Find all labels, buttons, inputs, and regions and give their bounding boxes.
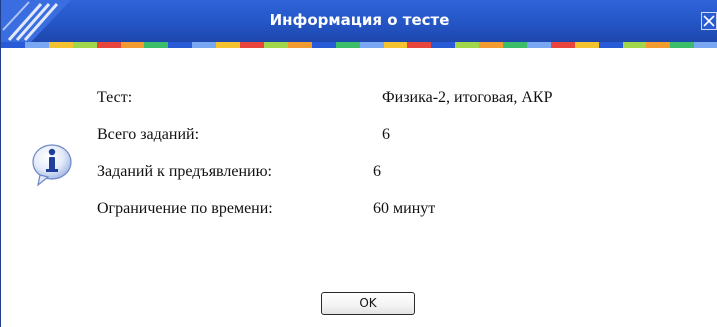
field-label-total-tasks: Всего заданий: — [97, 126, 200, 143]
field-label-test: Тест: — [97, 89, 133, 106]
info-icon — [32, 144, 72, 187]
title-stripe — [1, 42, 717, 48]
stripe-segment — [72, 42, 97, 48]
stripe-segment — [287, 42, 312, 48]
close-button[interactable] — [701, 12, 717, 30]
stripe-segment — [526, 42, 551, 48]
stripe-segment — [359, 42, 384, 48]
stripe-segment — [670, 42, 695, 48]
stripe-segment — [96, 42, 121, 48]
stripe-segment — [48, 42, 73, 48]
stripe-segment — [407, 42, 432, 48]
stripe-segment — [550, 42, 575, 48]
ok-button[interactable]: OK — [321, 292, 415, 315]
close-icon — [703, 15, 715, 27]
dialog-title: Информация о тесте — [269, 11, 450, 29]
test-info-dialog: Информация о тесте Тест: Физика-2, итого… — [0, 0, 717, 327]
field-value-total-tasks: 6 — [382, 126, 390, 143]
stripe-segment — [646, 42, 671, 48]
stripe-segment — [1, 42, 25, 48]
field-value-time-limit: 60 минут — [373, 200, 436, 217]
field-label-time-limit: Ограничение по времени: — [97, 200, 273, 217]
stripe-segment — [311, 42, 336, 48]
stripe-segment — [144, 42, 169, 48]
stripe-segment — [120, 42, 145, 48]
stripe-segment — [335, 42, 360, 48]
field-value-tasks-presented: 6 — [373, 163, 381, 180]
field-value-test: Физика-2, итоговая, АКР — [382, 89, 553, 106]
stripe-segment — [168, 42, 193, 48]
stripe-segment — [24, 42, 49, 48]
stripe-segment — [622, 42, 647, 48]
stripe-segment — [192, 42, 217, 48]
stripe-segment — [240, 42, 264, 48]
stripe-segment — [455, 42, 480, 48]
stripe-segment — [598, 42, 623, 48]
stripe-segment — [574, 42, 599, 48]
stripe-segment — [263, 42, 288, 48]
field-label-tasks-presented: Заданий к предъявлению: — [97, 163, 272, 180]
stripe-segment — [694, 42, 717, 48]
title-bar[interactable]: Информация о тесте — [1, 0, 717, 42]
stripe-segment — [503, 42, 527, 48]
stripe-segment — [431, 42, 456, 48]
stripe-segment — [479, 42, 504, 48]
stripe-segment — [383, 42, 408, 48]
stripe-segment — [216, 42, 241, 48]
